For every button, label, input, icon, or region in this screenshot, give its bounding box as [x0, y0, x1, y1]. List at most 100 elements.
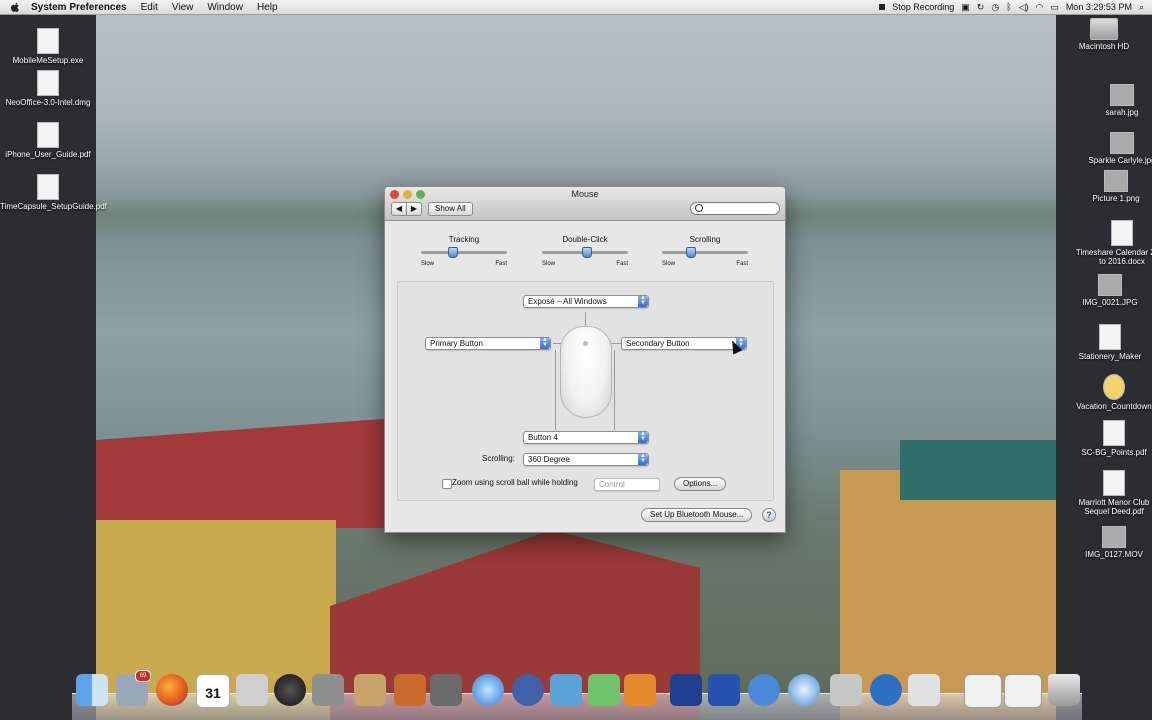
- double-click-slider[interactable]: [542, 247, 628, 258]
- desktop-file[interactable]: Timeshare Calendar 2008 to 2016.docx: [1074, 220, 1152, 266]
- tracking-slider-knob[interactable]: [448, 247, 458, 258]
- wifi-icon[interactable]: ◠: [1036, 2, 1044, 13]
- mouse-preferences-window: Mouse ◀ ▶ Show All Tracking Slow Fast Dou…: [384, 186, 786, 533]
- safari-icon[interactable]: [788, 674, 820, 706]
- desktop-file[interactable]: SC-BG_Points.pdf: [1066, 420, 1152, 457]
- menu-help[interactable]: Help: [250, 2, 285, 13]
- scrolling-slider-knob[interactable]: [686, 247, 696, 258]
- menu-app-name[interactable]: System Preferences: [24, 2, 134, 13]
- top-button-popup[interactable]: Exposé – All Windows ▲ ▼: [523, 295, 649, 308]
- address-book-icon[interactable]: [354, 674, 386, 706]
- tracking-slider[interactable]: [421, 247, 507, 258]
- forward-button[interactable]: ▶: [406, 202, 422, 216]
- messenger-mm-icon[interactable]: [708, 674, 740, 706]
- stop-recording-icon[interactable]: [879, 4, 886, 10]
- spotlight-icon[interactable]: ⌕: [1139, 2, 1144, 13]
- ical-icon[interactable]: 31: [196, 674, 230, 708]
- scroll-ball: [583, 341, 588, 346]
- menu-edit[interactable]: Edit: [134, 2, 165, 13]
- minimized-window-icon[interactable]: [964, 674, 1002, 708]
- search-field[interactable]: [690, 202, 780, 215]
- desktop-file[interactable]: Picture 1.png: [1068, 170, 1152, 203]
- trash-icon[interactable]: [1048, 674, 1080, 706]
- display-icon[interactable]: ▣: [961, 2, 970, 13]
- desktop-volume[interactable]: Macintosh HD: [1056, 18, 1152, 51]
- presentation-icon[interactable]: [624, 674, 656, 706]
- calculator-icon[interactable]: [236, 674, 268, 706]
- calendar-date: 31: [205, 685, 221, 701]
- movie-icon: [1102, 526, 1126, 548]
- desktop-file[interactable]: IMG_0021.JPG: [1062, 274, 1152, 307]
- firefox-icon[interactable]: [156, 674, 188, 706]
- stationery-app-icon: [1099, 324, 1121, 350]
- news-app-icon[interactable]: [830, 674, 862, 706]
- pdf-icon: [37, 122, 59, 148]
- mail-stamp-icon[interactable]: 69: [116, 670, 151, 706]
- itunes-icon[interactable]: [472, 674, 504, 706]
- pdf-icon: [1103, 470, 1125, 496]
- left-button-popup[interactable]: Primary Button ▲ ▼: [425, 337, 551, 350]
- menu-clock[interactable]: Mon 3:29:53 PM: [1066, 2, 1132, 12]
- desktop-file[interactable]: NeoOffice-3.0-Intel.dmg: [0, 70, 96, 107]
- system-preferences-icon[interactable]: [312, 674, 344, 706]
- popup-arrows-icon: ▲ ▼: [638, 295, 648, 307]
- desktop-file-label: Macintosh HD: [1078, 42, 1130, 51]
- dashboard-icon[interactable]: [274, 674, 306, 706]
- word-processor-icon[interactable]: [550, 674, 582, 706]
- scrolling-mode-popup[interactable]: 360 Degree ▲ ▼: [523, 453, 649, 466]
- show-all-button[interactable]: Show All: [428, 202, 473, 216]
- desktop-file-label: Picture 1.png: [1092, 194, 1140, 203]
- stop-recording-item[interactable]: Stop Recording: [892, 2, 954, 12]
- msn-messenger-icon[interactable]: [748, 674, 780, 706]
- time-machine-icon[interactable]: ◷: [991, 2, 999, 13]
- pdf-icon: [1103, 420, 1125, 446]
- desktop-file[interactable]: iPhone_User_Guide.pdf: [0, 122, 96, 159]
- scrolling-max-label: Fast: [736, 261, 748, 267]
- minimized-window-icon[interactable]: [1004, 674, 1042, 708]
- desktop-file[interactable]: IMG_0127.MOV: [1066, 526, 1152, 559]
- double-click-slider-knob[interactable]: [582, 247, 592, 258]
- scrolling-speed-slider[interactable]: [662, 247, 748, 258]
- tracking-label: Tracking: [448, 235, 480, 244]
- apple-menu-icon[interactable]: [10, 2, 20, 13]
- desktop-app[interactable]: Stationery_Maker: [1062, 324, 1152, 361]
- desktop-file[interactable]: Sparkle Carlyle.jpg: [1074, 132, 1152, 165]
- bluetooth-icon[interactable]: ᛒ: [1006, 2, 1011, 12]
- help-button[interactable]: ?: [762, 508, 776, 522]
- desktop-file-label: MobileMeSetup.exe: [12, 56, 84, 65]
- iphoto-icon[interactable]: [394, 674, 426, 706]
- bottom-button-value: Button 4: [528, 433, 558, 442]
- preview-icon[interactable]: [908, 674, 940, 706]
- desktop-file[interactable]: MobileMeSetup.exe: [0, 28, 96, 65]
- volume-icon[interactable]: ◁): [1019, 2, 1029, 13]
- options-button[interactable]: Options...: [674, 477, 727, 491]
- battery-icon[interactable]: ▭: [1050, 2, 1059, 13]
- desktop-app[interactable]: Vacation_Countdown: [1066, 374, 1152, 411]
- desktop-file[interactable]: sarah.jpg: [1074, 84, 1152, 117]
- desktop-file-label: Sparkle Carlyle.jpg: [1088, 156, 1152, 165]
- modifier-key-popup[interactable]: Control: [594, 478, 660, 491]
- bottom-button-popup[interactable]: Button 4 ▲ ▼: [523, 431, 649, 444]
- microsoft-word-icon[interactable]: [670, 674, 702, 706]
- network-app-icon[interactable]: [870, 674, 902, 706]
- image-icon: [1104, 170, 1128, 192]
- finder-icon[interactable]: [76, 674, 108, 706]
- back-button[interactable]: ◀: [391, 202, 407, 216]
- zoom-scroll-checkbox[interactable]: [442, 479, 452, 489]
- wallpaper-roof: [900, 440, 1056, 500]
- desktop-file-label: iPhone_User_Guide.pdf: [5, 150, 91, 159]
- sync-icon[interactable]: ↻: [977, 2, 985, 13]
- menu-window[interactable]: Window: [200, 2, 250, 13]
- window-titlebar[interactable]: Mouse ◀ ▶ Show All: [385, 187, 785, 221]
- itunes-helper-icon[interactable]: [512, 674, 544, 706]
- menu-view[interactable]: View: [165, 2, 201, 13]
- wallpaper-roof: [96, 418, 396, 528]
- desktop-file[interactable]: Marriott Manor Club Sequel Deed.pdf: [1066, 470, 1152, 516]
- desktop-file[interactable]: TimeCapsule_SetupGuide.pdf: [0, 174, 107, 211]
- spreadsheet-icon[interactable]: [588, 674, 620, 706]
- mighty-mouse-image: [560, 326, 612, 418]
- double-click-slider-group: Double-Click Slow Fast: [540, 235, 630, 267]
- photo-booth-icon[interactable]: [430, 674, 462, 706]
- set-up-bluetooth-mouse-button[interactable]: Set Up Bluetooth Mouse...: [641, 508, 753, 522]
- desktop-file-label: TimeCapsule_SetupGuide.pdf: [0, 202, 107, 211]
